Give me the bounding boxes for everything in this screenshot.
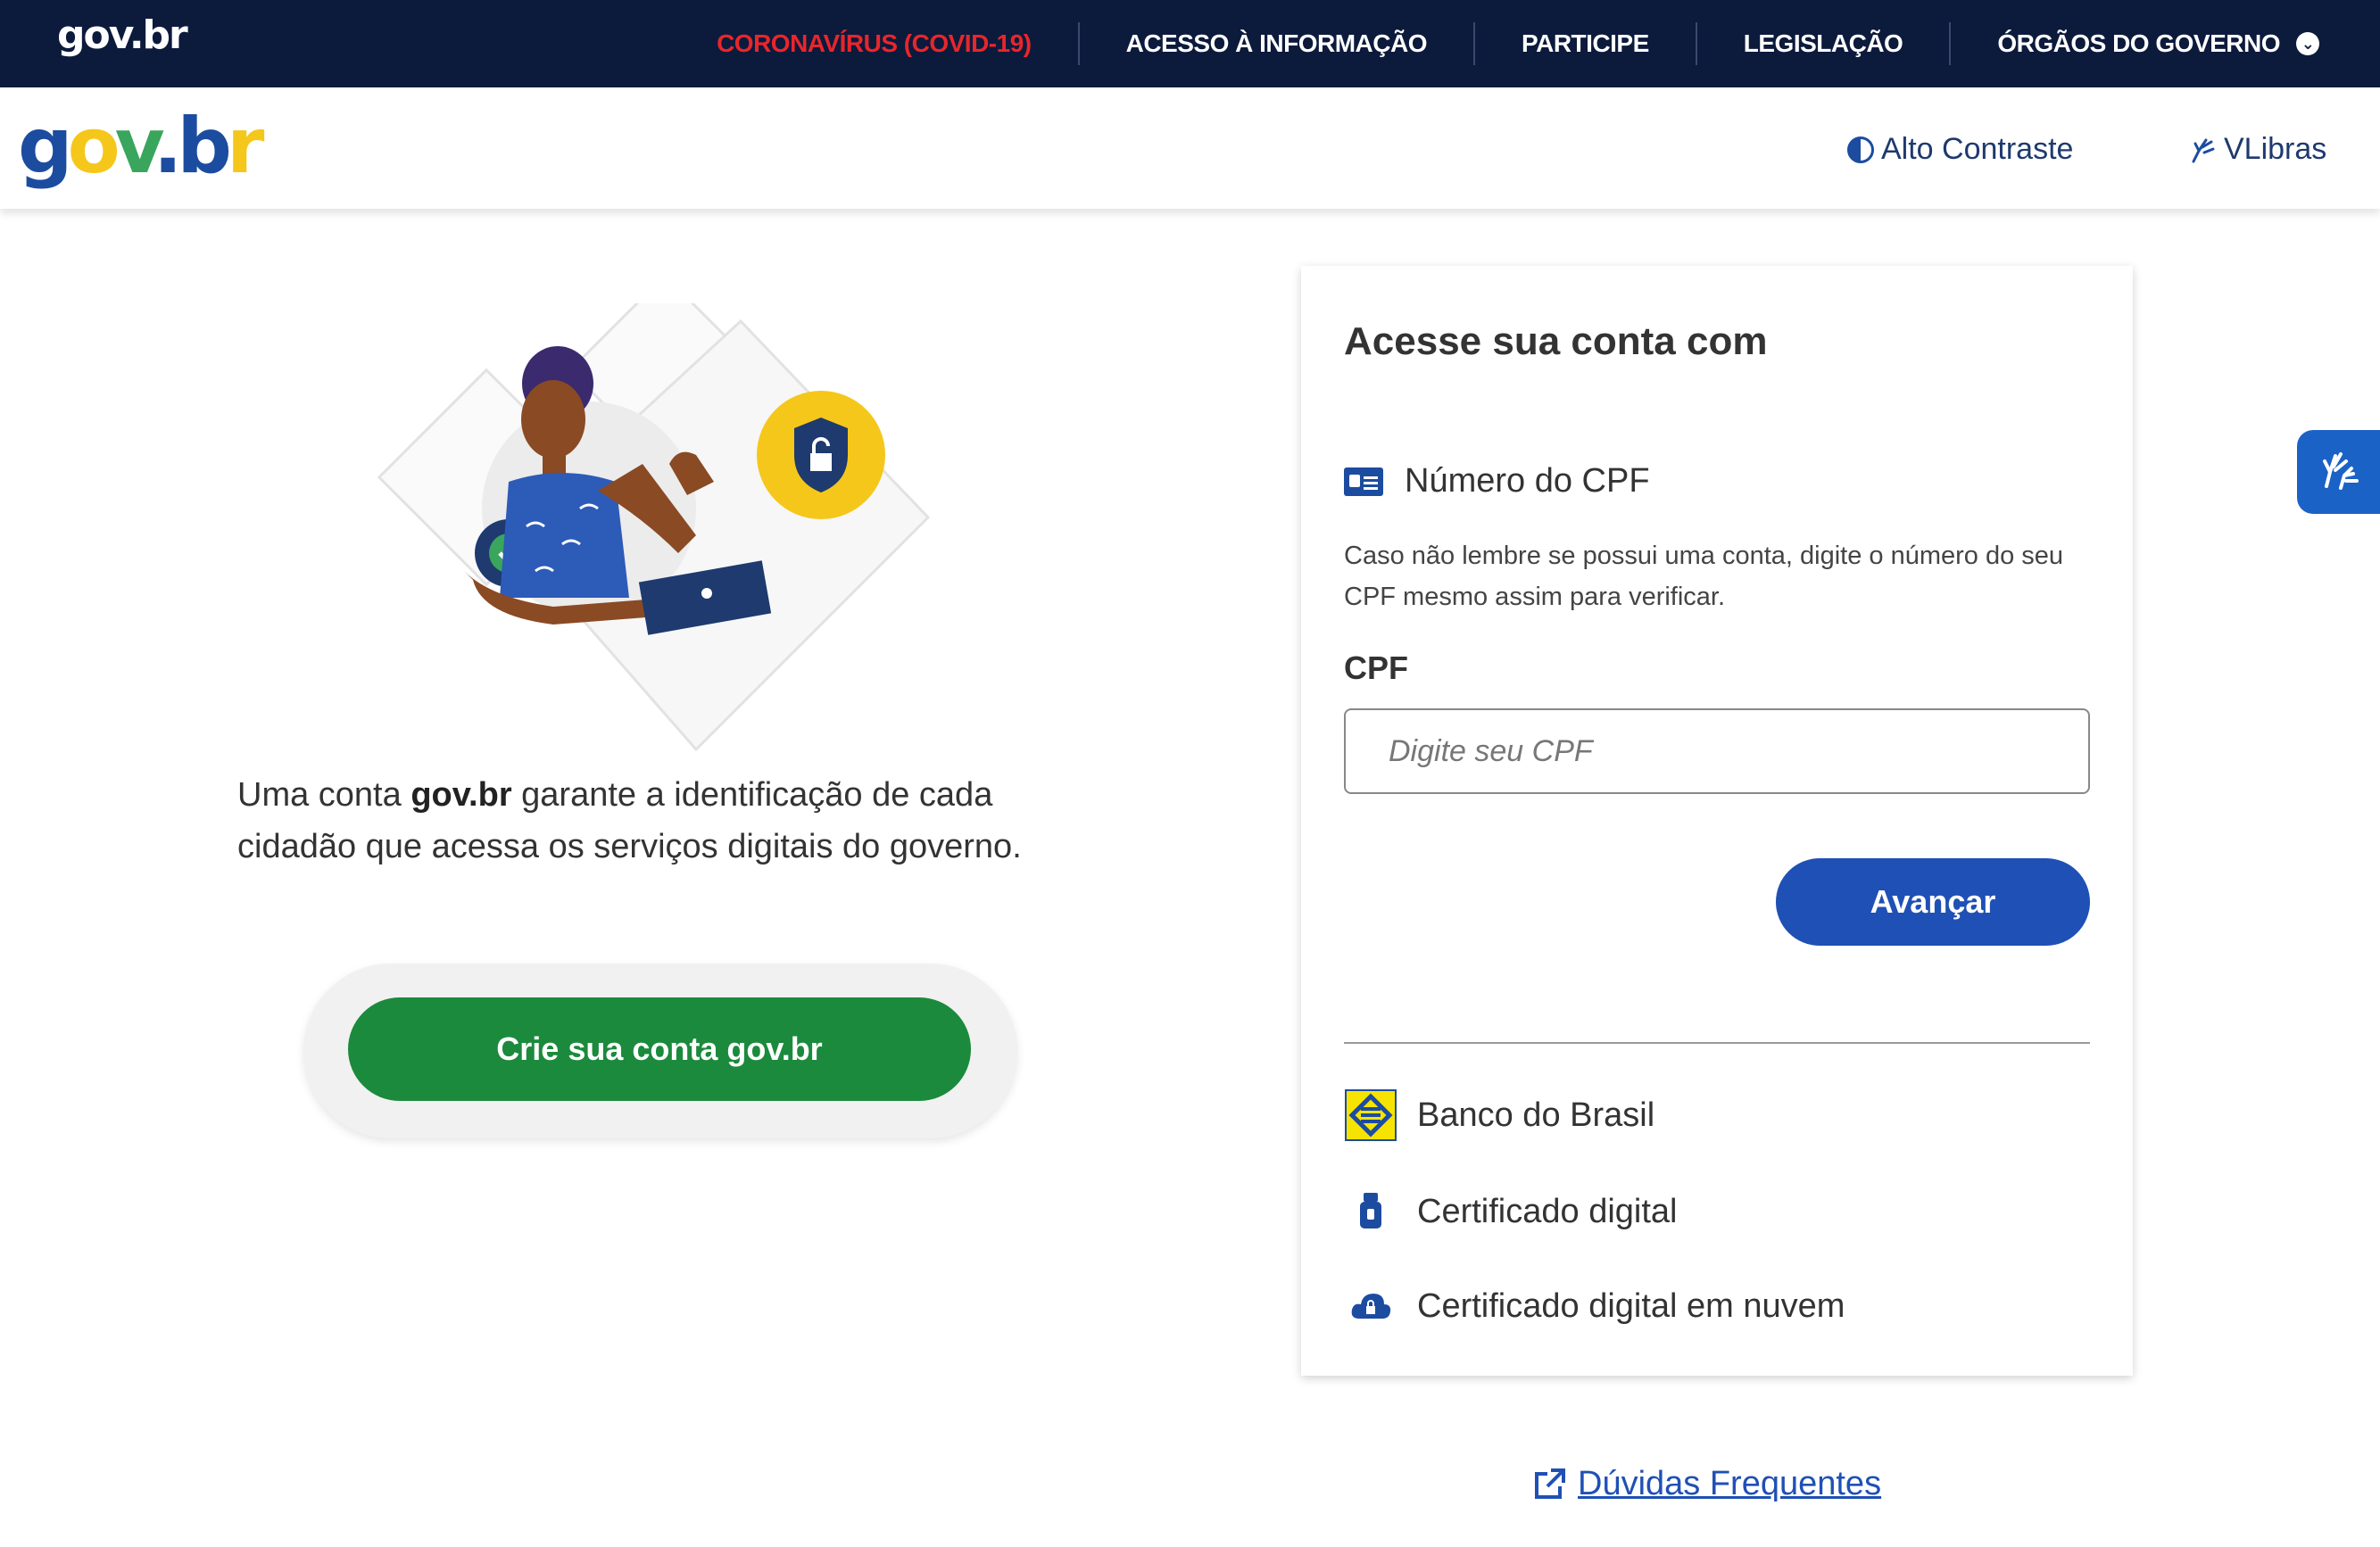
banco-do-brasil-label: Banco do Brasil [1417, 1096, 1655, 1134]
govbr-logo[interactable]: gov.br [18, 102, 264, 191]
govbr-brand-small[interactable]: gov.br [57, 12, 188, 58]
vlibras-link[interactable]: VLibras [2186, 132, 2326, 167]
cloud-lock-icon [1344, 1279, 1397, 1333]
chevron-down-icon[interactable]: ⌄ [2296, 32, 2319, 55]
cpf-label: CPF [1344, 649, 1408, 686]
divider [1344, 1042, 2090, 1044]
nav-orgaos-label: ÓRGÃOS DO GOVERNO [1997, 29, 2280, 57]
intro-text-pre: Uma conta [237, 776, 411, 814]
high-contrast-label: Alto Contraste [1881, 132, 2074, 166]
id-card-icon [1344, 467, 1383, 496]
cpf-hint: Caso não lembre se possui uma conta, dig… [1344, 542, 2064, 611]
hands-icon [2322, 452, 2359, 490]
login-option-certificado-digital[interactable]: Certificado digital [1344, 1185, 1677, 1238]
contrast-icon [1847, 136, 1874, 163]
login-card: Acesse sua conta com Número do CPF Caso … [1301, 266, 2133, 1376]
top-bar: gov.br CORONAVÍRUS (COVID-19) ACESSO À I… [0, 0, 2380, 87]
next-button[interactable]: Avançar [1776, 858, 2090, 946]
create-account-button[interactable]: Crie sua conta gov.br [348, 997, 971, 1101]
nav-acesso-informacao[interactable]: ACESSO À INFORMAÇÃO [1080, 22, 1475, 65]
certificado-nuvem-label: Certificado digital em nuvem [1417, 1286, 1845, 1325]
top-nav: CORONAVÍRUS (COVID-19) ACESSO À INFORMAÇ… [670, 0, 2326, 87]
cpf-input[interactable] [1344, 708, 2090, 794]
banco-do-brasil-icon [1344, 1088, 1397, 1142]
intro-text-bold: gov.br [410, 776, 512, 814]
external-link-icon [1531, 1467, 1567, 1502]
cpf-option-label: Número do CPF [1405, 462, 1650, 500]
nav-legislacao[interactable]: LEGISLAÇÃO [1697, 22, 1952, 65]
vlibras-label: VLibras [2224, 132, 2327, 166]
certificado-digital-label: Certificado digital [1417, 1192, 1678, 1230]
login-option-banco-do-brasil[interactable]: Banco do Brasil [1344, 1088, 1654, 1142]
faq-link[interactable]: Dúvidas Frequentes [1531, 1465, 1881, 1503]
nav-covid[interactable]: CORONAVÍRUS (COVID-19) [670, 22, 1080, 65]
cpf-option: Número do CPF [1344, 462, 1650, 500]
vlibras-widget[interactable] [2297, 430, 2380, 514]
usb-token-icon [1344, 1185, 1397, 1238]
faq-label: Dúvidas Frequentes [1578, 1465, 1882, 1502]
login-option-certificado-nuvem[interactable]: Certificado digital em nuvem [1344, 1279, 1845, 1333]
sign-language-icon [2186, 135, 2217, 165]
high-contrast-toggle[interactable]: Alto Contraste [1847, 132, 2073, 167]
nav-orgaos-governo[interactable]: ÓRGÃOS DO GOVERNO ⌄ [1951, 22, 2326, 65]
nav-participe[interactable]: PARTICIPE [1475, 22, 1697, 65]
intro-description: Uma conta gov.br garante a identificação… [237, 769, 1112, 873]
hero-illustration [377, 303, 931, 752]
login-title: Acesse sua conta com [1344, 319, 1768, 363]
header: gov.br Alto Contraste VLibras [0, 87, 2380, 209]
